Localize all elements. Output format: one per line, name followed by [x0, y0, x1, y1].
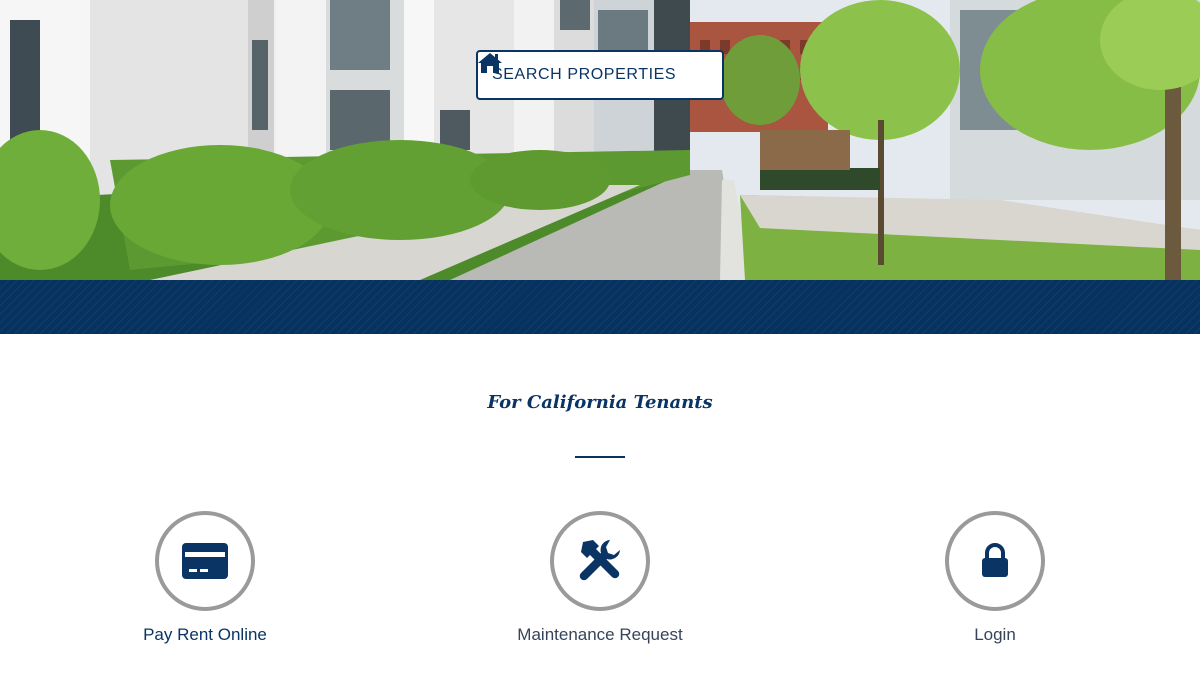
search-properties-button[interactable]: SEARCH PROPERTIES [476, 50, 724, 100]
maintenance-request-link[interactable]: Maintenance Request [500, 511, 700, 645]
pay-rent-online-label: Pay Rent Online [143, 625, 267, 644]
maintenance-circle [550, 511, 650, 611]
navy-divider-band [0, 280, 1200, 334]
home-icon [478, 53, 502, 73]
login-label: Login [974, 625, 1016, 644]
tools-icon [579, 540, 620, 581]
search-properties-label: SEARCH PROPERTIES [492, 66, 677, 83]
title-underline [575, 456, 625, 458]
lock-icon [982, 543, 1008, 577]
pay-rent-online-link[interactable]: Pay Rent Online [105, 511, 305, 645]
hero-banner: SEARCH PROPERTIES [0, 0, 1200, 280]
section-title: For California Tenants [487, 392, 713, 413]
credit-card-icon [182, 543, 228, 579]
hero-photo [0, 0, 1200, 280]
pay-rent-circle [155, 511, 255, 611]
login-link[interactable]: Login [895, 511, 1095, 645]
maintenance-request-label: Maintenance Request [517, 625, 683, 644]
login-circle [945, 511, 1045, 611]
